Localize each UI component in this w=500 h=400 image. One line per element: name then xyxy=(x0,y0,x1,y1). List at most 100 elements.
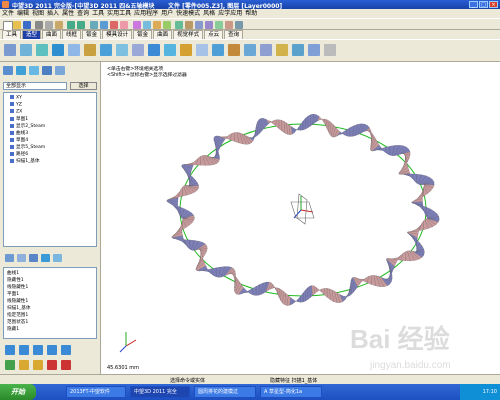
measure-icon[interactable] xyxy=(185,21,193,29)
properties-icon[interactable] xyxy=(41,254,50,262)
taskbar-item[interactable]: A 草星型-简化1a xyxy=(260,386,322,398)
step-forward-icon[interactable] xyxy=(47,345,57,355)
layer-icon[interactable] xyxy=(153,21,161,29)
revolve-icon[interactable] xyxy=(20,44,32,56)
edit-icon[interactable] xyxy=(19,360,29,370)
step-back-icon[interactable] xyxy=(19,345,29,355)
menu-style[interactable]: 风格 xyxy=(203,9,215,18)
graphics-viewport[interactable]: <单击右键>环境相关选项 <Shift>+鼠标右键>显示选择过滤器 45.630… xyxy=(101,62,500,374)
material-icon[interactable] xyxy=(163,21,171,29)
taskbar-item[interactable]: 2013FT-中望软件 xyxy=(66,386,126,398)
tree-item[interactable]: 曲线3 xyxy=(10,130,28,136)
tree-item[interactable]: ZX xyxy=(10,109,22,115)
glasses-icon[interactable] xyxy=(55,66,65,75)
sweep-icon[interactable] xyxy=(36,44,48,56)
redo-icon[interactable] xyxy=(77,21,85,29)
open-icon[interactable] xyxy=(13,21,21,29)
menu-view[interactable]: 视图 xyxy=(32,9,44,18)
tree-item[interactable]: 草图1 xyxy=(10,116,28,122)
tab-query[interactable]: 查询 xyxy=(224,30,244,39)
display-filter-select[interactable]: 全部显示 xyxy=(3,82,67,90)
play-icon[interactable] xyxy=(33,345,43,355)
tab-point-cloud[interactable]: 点云 xyxy=(204,30,224,39)
start-button[interactable]: 开始 xyxy=(0,384,36,400)
hole-icon[interactable] xyxy=(68,44,80,56)
tab-mold-design[interactable]: 模具设计 xyxy=(102,30,133,39)
select-button[interactable]: 选择 xyxy=(70,82,97,90)
view-front-icon[interactable] xyxy=(195,21,203,29)
pattern-icon[interactable] xyxy=(180,44,192,56)
tab-surface-2[interactable]: 曲面 xyxy=(153,30,173,39)
maximize-button[interactable]: □ xyxy=(479,1,488,8)
fast-forward-icon[interactable] xyxy=(61,345,71,355)
section-icon[interactable] xyxy=(225,21,233,29)
tab-sheetmetal-2[interactable]: 钣金 xyxy=(133,30,153,39)
loft-icon[interactable] xyxy=(52,44,64,56)
fillet-icon[interactable] xyxy=(84,44,96,56)
shell-icon[interactable] xyxy=(116,44,128,56)
boolean-icon[interactable] xyxy=(164,44,176,56)
pencil-icon[interactable] xyxy=(33,360,43,370)
save-icon[interactable] xyxy=(23,21,31,29)
thicken-icon[interactable] xyxy=(276,44,288,56)
tab-sheetmetal[interactable]: 钣金 xyxy=(82,30,102,39)
cut-icon[interactable] xyxy=(35,21,43,29)
rib-icon[interactable] xyxy=(148,44,160,56)
menu-user[interactable]: 用户 xyxy=(161,9,173,18)
expand-icon[interactable] xyxy=(5,254,14,262)
tree-item[interactable]: 显示2_Steam xyxy=(10,123,45,129)
light-icon[interactable] xyxy=(175,21,183,29)
check-icon[interactable] xyxy=(5,360,15,370)
tree-item[interactable]: XY xyxy=(10,95,22,101)
chamfer-icon[interactable] xyxy=(100,44,112,56)
tree-item[interactable]: 显示5_Steam xyxy=(10,144,45,150)
taskbar-item[interactable]: 圆周排花的建模过 xyxy=(194,386,256,398)
tab-visual-style[interactable]: 视觉样式 xyxy=(173,30,204,39)
view-iso-icon[interactable] xyxy=(215,21,223,29)
menu-application[interactable]: 应用程序 xyxy=(134,9,158,18)
trim-icon[interactable] xyxy=(260,44,272,56)
split-icon[interactable] xyxy=(244,44,256,56)
collapse-icon[interactable] xyxy=(17,254,26,262)
tab-wireframe[interactable]: 线框 xyxy=(62,30,82,39)
replace-face-icon[interactable] xyxy=(308,44,320,56)
tab-modeling[interactable]: 造型 xyxy=(22,30,42,39)
menu-edit[interactable]: 编辑 xyxy=(17,9,29,18)
tab-tools[interactable]: 工具 xyxy=(2,30,22,39)
tree-item[interactable]: 草图4 xyxy=(10,137,28,143)
scale-icon[interactable] xyxy=(228,44,240,56)
menu-quick-mode[interactable]: 快速模式 xyxy=(176,9,200,18)
tree-item[interactable]: 扫描1_基体 xyxy=(10,158,40,164)
sketch-icon[interactable] xyxy=(324,44,336,56)
rewind-icon[interactable] xyxy=(5,345,15,355)
history-icon[interactable] xyxy=(3,66,13,75)
pan-icon[interactable] xyxy=(110,21,118,29)
mirror-icon[interactable] xyxy=(196,44,208,56)
cancel-icon[interactable] xyxy=(47,360,57,370)
menu-tools[interactable]: 工具 xyxy=(92,9,104,18)
refresh-icon[interactable] xyxy=(53,254,62,262)
zoom-icon[interactable] xyxy=(90,21,98,29)
rotate-icon[interactable] xyxy=(100,21,108,29)
fit-icon[interactable] xyxy=(120,21,128,29)
draft-icon[interactable] xyxy=(132,44,144,56)
menu-query[interactable]: 查询 xyxy=(77,9,89,18)
undo-icon[interactable] xyxy=(67,21,75,29)
menu-attribute[interactable]: 属性 xyxy=(62,9,74,18)
tree-item[interactable]: 路径6 xyxy=(10,151,28,157)
move-icon[interactable] xyxy=(212,44,224,56)
minimize-button[interactable]: _ xyxy=(469,1,478,8)
menu-help[interactable]: 帮助 xyxy=(245,9,257,18)
delete-icon[interactable] xyxy=(61,360,71,370)
tree-item[interactable]: YZ xyxy=(10,102,22,108)
close-button[interactable]: × xyxy=(489,1,498,8)
extrude-icon[interactable] xyxy=(4,44,16,56)
wireframe-icon[interactable] xyxy=(143,21,151,29)
tab-surface[interactable]: 曲面 xyxy=(42,30,62,39)
offset-icon[interactable] xyxy=(292,44,304,56)
menu-utility[interactable]: 实用工具 xyxy=(107,9,131,18)
taskbar-item[interactable]: 中望3D 2011 完全 xyxy=(130,386,190,398)
menu-learn[interactable]: 应学应用 xyxy=(218,9,242,18)
copy-icon[interactable] xyxy=(45,21,53,29)
filter-icon[interactable] xyxy=(29,254,38,262)
